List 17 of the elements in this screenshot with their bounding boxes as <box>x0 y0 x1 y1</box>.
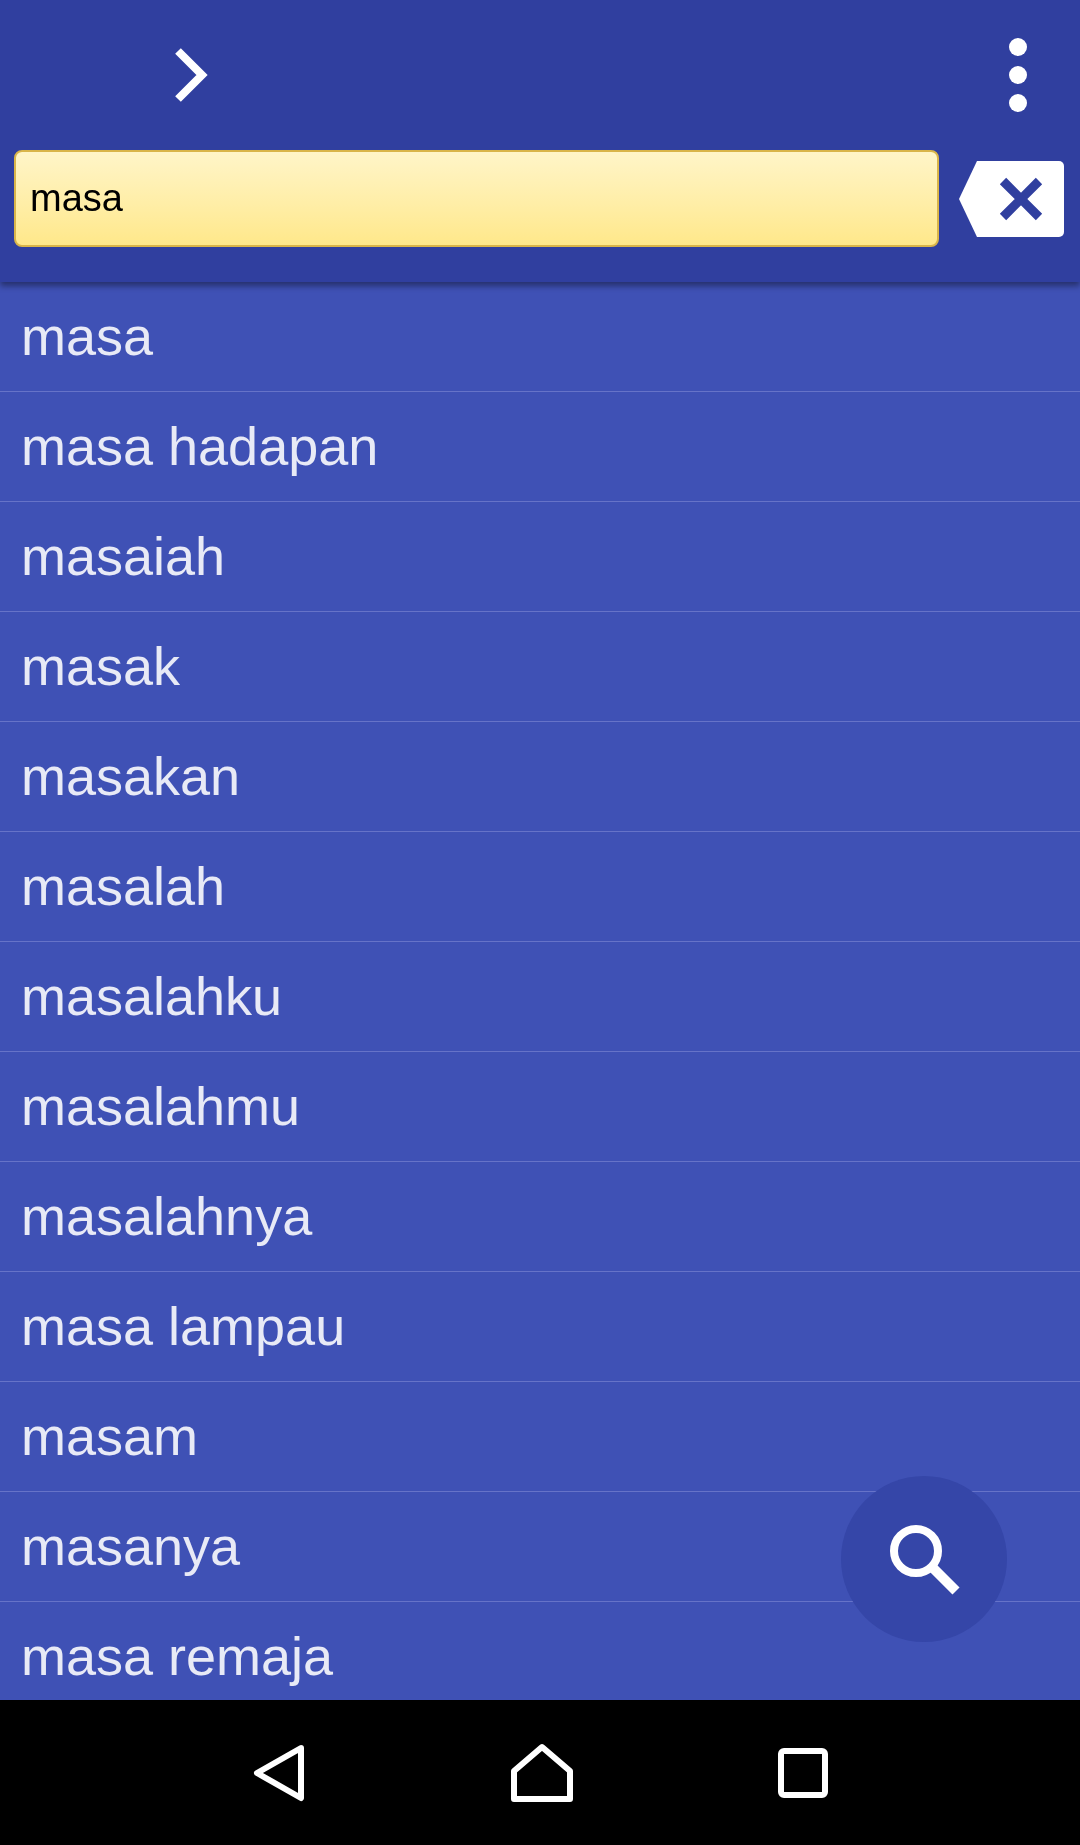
result-item[interactable]: masalahmu <box>0 1052 1080 1162</box>
result-item[interactable]: masakan <box>0 722 1080 832</box>
result-item[interactable]: masa hadapan <box>0 392 1080 502</box>
clear-button[interactable] <box>957 158 1065 239</box>
result-item[interactable]: masa lampau <box>0 1272 1080 1382</box>
home-icon[interactable] <box>510 1742 574 1803</box>
recents-icon[interactable] <box>776 1746 829 1799</box>
result-item[interactable]: masa <box>0 282 1080 392</box>
chevron-right-icon <box>172 47 208 103</box>
search-field[interactable]: masa <box>14 150 939 247</box>
result-item[interactable]: masak <box>0 612 1080 722</box>
more-vertical-icon <box>1008 37 1028 113</box>
result-item[interactable]: masalahku <box>0 942 1080 1052</box>
backspace-clear-icon <box>957 158 1065 239</box>
result-item[interactable]: masalah <box>0 832 1080 942</box>
result-item[interactable]: masalahnya <box>0 1162 1080 1272</box>
result-item[interactable]: masaiah <box>0 502 1080 612</box>
